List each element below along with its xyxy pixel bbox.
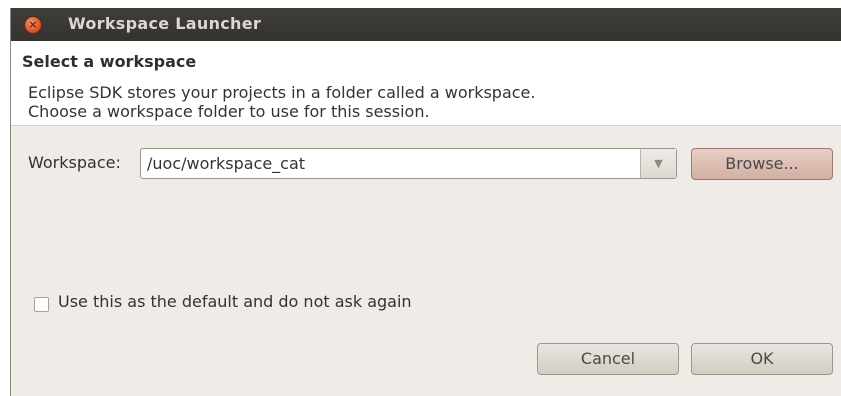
title-bar: × Workspace Launcher bbox=[11, 8, 841, 41]
header-description: Eclipse SDK stores your projects in a fo… bbox=[28, 83, 535, 121]
window-title: Workspace Launcher bbox=[68, 14, 262, 33]
browse-button[interactable]: Browse... bbox=[691, 148, 833, 180]
description-line-2: Choose a workspace folder to use for thi… bbox=[28, 102, 430, 121]
workspace-combo-box[interactable]: /uoc/workspace_cat ▼ bbox=[140, 148, 677, 179]
dialog-header: Select a workspace Eclipse SDK stores yo… bbox=[11, 41, 841, 125]
ok-button[interactable]: OK bbox=[691, 343, 833, 375]
workspace-path-input[interactable]: /uoc/workspace_cat bbox=[147, 154, 305, 173]
default-checkbox[interactable] bbox=[34, 297, 49, 312]
workspace-label: Workspace: bbox=[28, 153, 121, 172]
cancel-button[interactable]: Cancel bbox=[537, 343, 679, 375]
description-line-1: Eclipse SDK stores your projects in a fo… bbox=[28, 83, 536, 102]
chevron-down-icon[interactable]: ▼ bbox=[640, 149, 676, 178]
close-icon[interactable]: × bbox=[25, 17, 41, 33]
header-separator bbox=[11, 125, 841, 126]
header-title: Select a workspace bbox=[22, 52, 197, 71]
workspace-launcher-dialog: × Workspace Launcher Select a workspace … bbox=[10, 8, 841, 396]
default-checkbox-label[interactable]: Use this as the default and do not ask a… bbox=[58, 292, 412, 311]
